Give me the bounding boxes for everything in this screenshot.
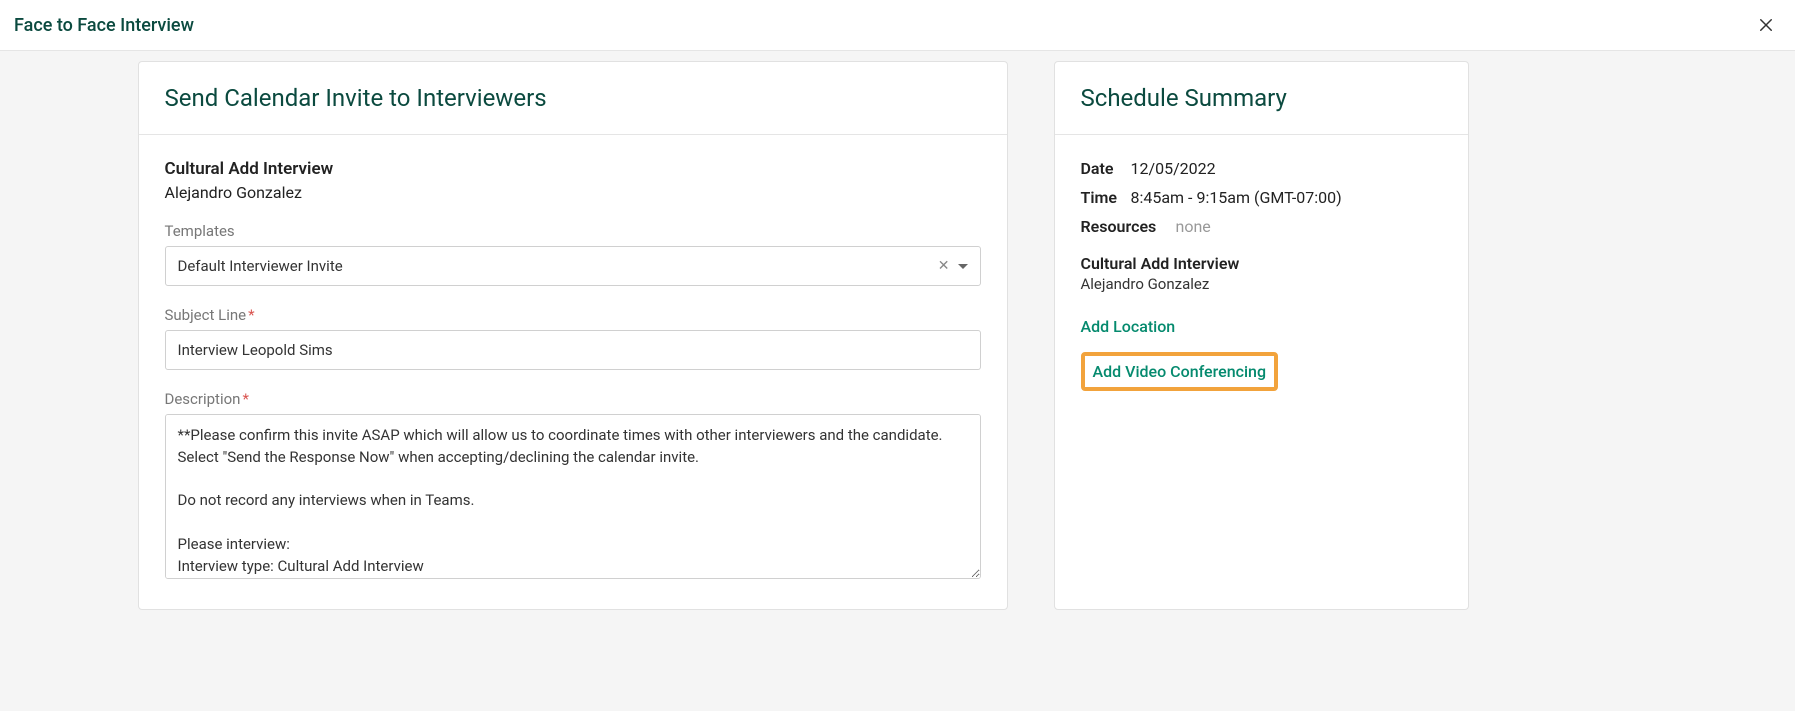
chevron-down-icon[interactable] (958, 264, 968, 269)
add-video-highlight: Add Video Conferencing (1081, 352, 1279, 391)
close-icon (1757, 16, 1775, 34)
content-area: Send Calendar Invite to Interviewers Cul… (0, 51, 1795, 711)
page-header: Face to Face Interview (0, 0, 1795, 51)
description-label: Description* (165, 390, 981, 408)
page-title: Face to Face Interview (14, 15, 194, 36)
interview-title: Cultural Add Interview (165, 159, 981, 179)
invite-card-body: Cultural Add Interview Alejandro Gonzale… (139, 135, 1007, 609)
subject-input[interactable] (165, 330, 981, 370)
templates-select[interactable]: Default Interviewer Invite ✕ (165, 246, 981, 286)
layout: Send Calendar Invite to Interviewers Cul… (118, 61, 1678, 610)
description-label-text: Description (165, 390, 241, 408)
invite-card-header: Send Calendar Invite to Interviewers (139, 62, 1007, 135)
summary-card-header: Schedule Summary (1055, 62, 1468, 135)
summary-date-label: Date (1081, 159, 1131, 178)
summary-candidate: Alejandro Gonzalez (1081, 275, 1442, 293)
summary-resources-value: none (1176, 217, 1211, 236)
templates-selected-value: Default Interviewer Invite (178, 257, 938, 275)
subject-label-text: Subject Line (165, 306, 247, 324)
select-icons: ✕ (938, 259, 968, 273)
summary-resources-row: Resources none (1081, 217, 1442, 236)
templates-label: Templates (165, 222, 981, 240)
subject-label: Subject Line* (165, 306, 981, 324)
summary-card: Schedule Summary Date 12/05/2022 Time 8:… (1054, 61, 1469, 610)
required-marker: * (242, 390, 248, 408)
description-field: Description* (165, 390, 981, 583)
invite-card-title: Send Calendar Invite to Interviewers (165, 84, 981, 112)
add-video-conferencing-link[interactable]: Add Video Conferencing (1093, 362, 1267, 381)
required-marker: * (248, 306, 254, 324)
close-button[interactable] (1751, 10, 1781, 40)
clear-template-icon[interactable]: ✕ (938, 259, 950, 273)
summary-time-label: Time (1081, 188, 1131, 207)
invite-card: Send Calendar Invite to Interviewers Cul… (138, 61, 1008, 610)
summary-time-value: 8:45am - 9:15am (GMT-07:00) (1131, 188, 1342, 207)
candidate-name: Alejandro Gonzalez (165, 183, 981, 202)
summary-card-body: Date 12/05/2022 Time 8:45am - 9:15am (GM… (1055, 135, 1468, 417)
summary-interview-title: Cultural Add Interview (1081, 254, 1442, 273)
add-location-link[interactable]: Add Location (1081, 317, 1176, 336)
subject-field: Subject Line* (165, 306, 981, 370)
description-textarea[interactable] (165, 414, 981, 579)
summary-resources-label: Resources (1081, 217, 1176, 236)
templates-field: Templates Default Interviewer Invite ✕ (165, 222, 981, 286)
summary-date-row: Date 12/05/2022 (1081, 159, 1442, 178)
summary-card-title: Schedule Summary (1081, 84, 1442, 112)
summary-date-value: 12/05/2022 (1131, 159, 1216, 178)
summary-time-row: Time 8:45am - 9:15am (GMT-07:00) (1081, 188, 1442, 207)
